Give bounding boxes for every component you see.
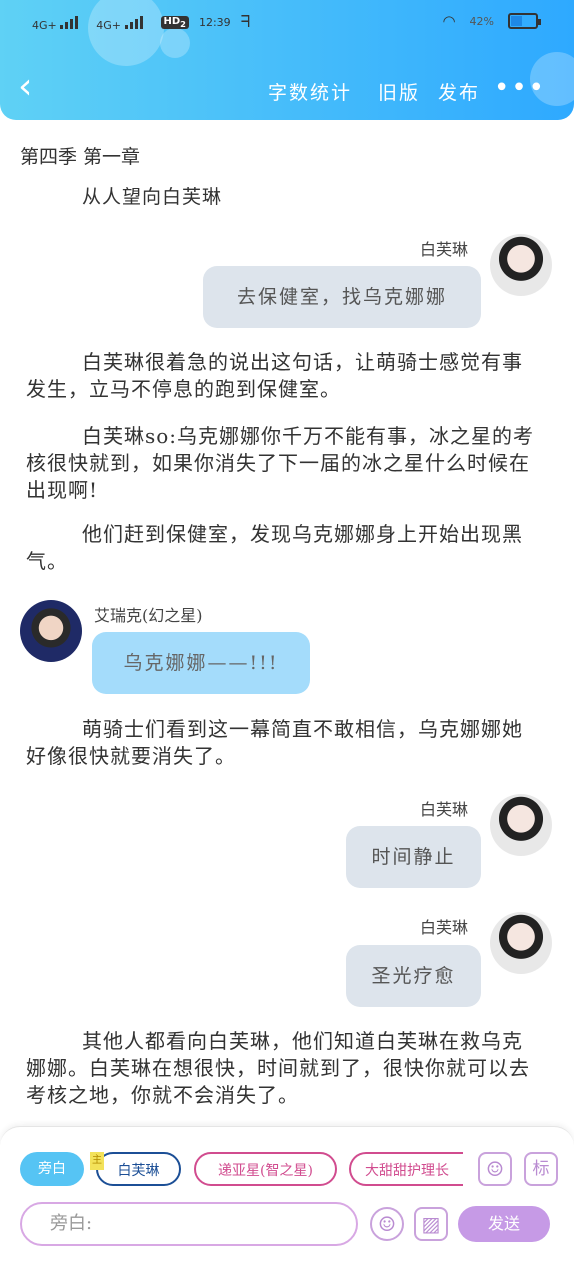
message-bubble[interactable]: 时间静止: [346, 826, 481, 888]
header-bar: 4G+ 4G+ HD2 12:39 ᖷ ◠ 42% ‹ 字数统计 旧版 发布 •…: [0, 0, 574, 120]
network-indicator: 4G+: [96, 13, 150, 32]
hd-voice-icon: HD2: [160, 15, 189, 29]
speaker-name: 白芙琳: [420, 800, 469, 819]
avatar[interactable]: [20, 600, 82, 662]
chapter-title: 第四季 第一章: [20, 146, 141, 168]
avatar[interactable]: [490, 912, 552, 974]
character-manage-icon[interactable]: ☺: [478, 1152, 512, 1186]
word-count-button[interactable]: 字数统计: [268, 78, 352, 105]
network-indicator: 4G+: [32, 13, 86, 32]
back-icon[interactable]: ‹: [18, 69, 46, 108]
message-bubble[interactable]: 圣光疗愈: [346, 945, 481, 1007]
image-icon[interactable]: ▨: [414, 1207, 448, 1241]
mark-icon[interactable]: 标: [524, 1152, 558, 1186]
speaker-name: 白芙琳: [420, 918, 469, 937]
speaker-name: 白芙琳: [420, 240, 469, 259]
role-chip-narrator[interactable]: 旁白: [20, 1152, 84, 1186]
speaker-name: 艾瑞克(幻之星): [94, 606, 203, 625]
signal-icon: [60, 13, 86, 29]
clock: 12:39: [198, 15, 231, 29]
status-bar: 4G+ 4G+ HD2 12:39 ᖷ ◠ 42%: [0, 10, 574, 34]
narration-paragraph[interactable]: 萌骑士们看到这一幕简直不敢相信，乌克娜娜她好像很快就要消失了。: [26, 716, 542, 770]
battery-percent: 42%: [469, 14, 494, 28]
publish-button[interactable]: 发布: [438, 78, 480, 105]
role-chip-diya[interactable]: 递亚星(智之星): [194, 1152, 337, 1186]
role-chip-nurse[interactable]: 大甜甜护理长: [349, 1152, 463, 1186]
old-version-button[interactable]: 旧版: [378, 78, 420, 105]
message-bubble[interactable]: 去保健室，找乌克娜娜: [203, 266, 481, 328]
battery-icon: [508, 13, 541, 29]
more-icon[interactable]: •••: [494, 75, 546, 101]
main-role-tag: 主: [90, 1152, 104, 1170]
send-button[interactable]: 发送: [458, 1206, 550, 1242]
message-bubble[interactable]: 乌克娜娜——!!!: [92, 632, 310, 694]
emoji-icon[interactable]: ☺: [370, 1207, 404, 1241]
narration-paragraph[interactable]: 白芙琳so:乌克娜娜你千万不能有事，冰之星的考核很快就到，如果你消失了下一届的冰…: [26, 423, 542, 504]
scene-line: 从人望向白芙琳: [82, 186, 223, 208]
narration-paragraph[interactable]: 白芙琳很着急的说出这句话，让萌骑士感觉有事发生，立马不停息的跑到保健室。: [26, 349, 542, 403]
signal-icon: [124, 13, 151, 29]
wifi-icon: ◠: [442, 12, 456, 30]
narration-paragraph[interactable]: 其他人都看向白芙琳，他们知道白芙琳在救乌克娜娜。白芙琳在想很快，时间就到了，很快…: [26, 1028, 542, 1109]
carrier-icon: ᖷ: [240, 12, 251, 31]
narration-paragraph[interactable]: 他们赶到保健室，发现乌克娜娜身上开始出现黑气。: [26, 521, 542, 575]
dialogue-input[interactable]: 旁白:: [20, 1202, 358, 1246]
role-chip-bai[interactable]: 白芙琳: [96, 1152, 181, 1186]
avatar[interactable]: [490, 234, 552, 296]
avatar[interactable]: [490, 794, 552, 856]
